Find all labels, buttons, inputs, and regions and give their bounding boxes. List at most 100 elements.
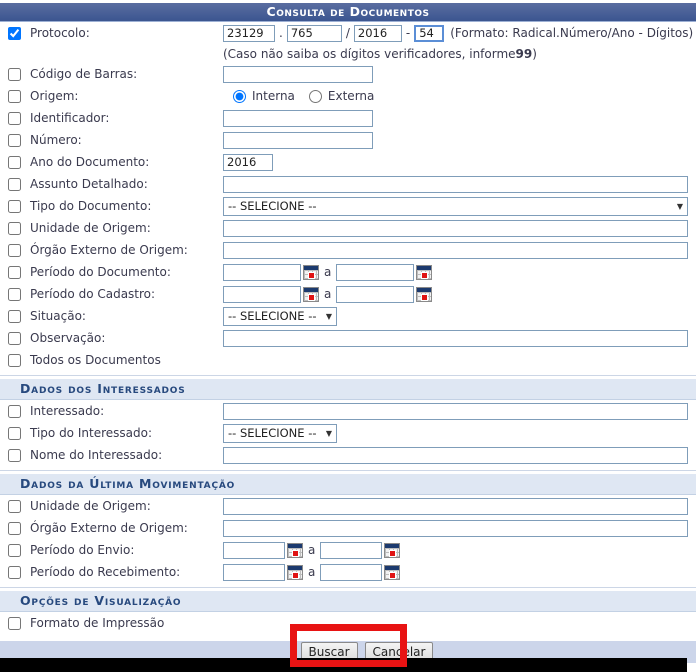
calendar-icon[interactable]	[287, 543, 303, 558]
row-identificador: Identificador:	[0, 107, 696, 129]
ano-documento-checkbox[interactable]	[8, 156, 21, 169]
section-divider	[0, 587, 696, 588]
mov-orgao-externo-origem-checkbox[interactable]	[8, 522, 21, 535]
tipo-interessado-checkbox[interactable]	[8, 427, 21, 440]
row-periodo-cadastro: Período do Cadastro: a	[0, 283, 696, 305]
row-periodo-envio: Período do Envio: a	[0, 539, 696, 561]
codigo-barras-input[interactable]	[223, 66, 373, 83]
assunto-detalhado-input[interactable]	[223, 176, 688, 193]
section-header-visualizacao: Opções de Visualização	[0, 591, 696, 612]
protocolo-dot-separator: .	[279, 26, 283, 40]
row-orgao-externo-origem: Órgão Externo de Origem:	[0, 239, 696, 261]
periodo-cadastro-label: Período do Cadastro:	[30, 287, 155, 301]
interessado-checkbox[interactable]	[8, 405, 21, 418]
origem-interna-label: Interna	[252, 89, 295, 103]
protocolo-ano-input[interactable]	[354, 25, 402, 42]
consulta-documentos-page: Consulta de Documentos Protocolo: . / - …	[0, 0, 696, 672]
protocolo-digitos-input[interactable]	[414, 25, 444, 42]
tipo-documento-checkbox[interactable]	[8, 200, 21, 213]
tipo-interessado-select[interactable]: -- SELECIONE -- ▼	[223, 424, 337, 443]
calendar-icon[interactable]	[384, 543, 400, 558]
identificador-checkbox[interactable]	[8, 112, 21, 125]
orgao-externo-origem-checkbox[interactable]	[8, 244, 21, 257]
periodo-cadastro-fim-input[interactable]	[336, 286, 414, 303]
nome-interessado-checkbox[interactable]	[8, 449, 21, 462]
observacao-checkbox[interactable]	[8, 332, 21, 345]
row-todos-documentos: Todos os Documentos	[0, 349, 696, 371]
periodo-recebimento-fim-input[interactable]	[320, 564, 382, 581]
periodo-documento-label: Período do Documento:	[30, 265, 171, 279]
numero-checkbox[interactable]	[8, 134, 21, 147]
row-assunto-detalhado: Assunto Detalhado:	[0, 173, 696, 195]
row-tipo-interessado: Tipo do Interessado: -- SELECIONE -- ▼	[0, 422, 696, 444]
unidade-origem-checkbox[interactable]	[8, 222, 21, 235]
periodo-envio-inicio-input[interactable]	[223, 542, 285, 559]
mov-orgao-externo-origem-label: Órgão Externo de Origem:	[30, 521, 188, 535]
nome-interessado-input[interactable]	[223, 447, 688, 464]
ano-documento-label: Ano do Documento:	[30, 155, 149, 169]
row-protocolo: Protocolo: . / - (Formato: Radical.Númer…	[0, 22, 696, 44]
calendar-icon[interactable]	[384, 565, 400, 580]
calendar-icon[interactable]	[303, 287, 319, 302]
situacao-label: Situação:	[30, 309, 86, 323]
calendar-icon[interactable]	[416, 287, 432, 302]
tipo-interessado-label: Tipo do Interessado:	[30, 426, 152, 440]
row-nome-interessado: Nome do Interessado:	[0, 444, 696, 466]
periodo-cadastro-inicio-input[interactable]	[223, 286, 301, 303]
protocolo-radical-input[interactable]	[223, 25, 275, 42]
row-origem: Origem: Interna Externa	[0, 85, 696, 107]
protocolo-format-note: (Formato: Radical.Número/Ano - Dígitos)	[450, 26, 693, 40]
periodo-documento-fim-input[interactable]	[336, 264, 414, 281]
situacao-checkbox[interactable]	[8, 310, 21, 323]
mov-unidade-origem-checkbox[interactable]	[8, 500, 21, 513]
tipo-documento-select[interactable]: -- SELECIONE -- ▼	[223, 197, 688, 216]
protocolo-label: Protocolo:	[30, 26, 90, 40]
identificador-input[interactable]	[223, 110, 373, 127]
tipo-interessado-selected-option: -- SELECIONE --	[228, 426, 317, 440]
protocolo-numero-input[interactable]	[287, 25, 342, 42]
periodo-documento-inicio-input[interactable]	[223, 264, 301, 281]
row-mov-orgao-externo-origem: Órgão Externo de Origem:	[0, 517, 696, 539]
situacao-select[interactable]: -- SELECIONE -- ▼	[223, 307, 337, 326]
row-tipo-documento: Tipo do Documento: -- SELECIONE -- ▼	[0, 195, 696, 217]
origem-checkbox[interactable]	[8, 90, 21, 103]
calendar-icon[interactable]	[303, 265, 319, 280]
assunto-detalhado-checkbox[interactable]	[8, 178, 21, 191]
origem-interna-radio[interactable]	[233, 90, 246, 103]
unidade-origem-label: Unidade de Origem:	[30, 221, 151, 235]
interessado-input[interactable]	[223, 403, 688, 420]
mov-unidade-origem-input[interactable]	[223, 498, 688, 515]
protocolo-checkbox[interactable]	[8, 27, 21, 40]
chevron-down-icon: ▼	[326, 312, 332, 321]
situacao-selected-option: -- SELECIONE --	[228, 309, 317, 323]
page-title: Consulta de Documentos	[0, 3, 696, 22]
observacao-label: Observação:	[30, 331, 105, 345]
chevron-down-icon: ▼	[326, 429, 332, 438]
todos-documentos-checkbox[interactable]	[8, 354, 21, 367]
calendar-icon[interactable]	[287, 565, 303, 580]
row-situacao: Situação: -- SELECIONE -- ▼	[0, 305, 696, 327]
row-ano-documento: Ano do Documento:	[0, 151, 696, 173]
codigo-barras-checkbox[interactable]	[8, 68, 21, 81]
row-interessado: Interessado:	[0, 400, 696, 422]
formato-impressao-checkbox[interactable]	[8, 617, 21, 630]
origem-externa-radio[interactable]	[309, 90, 322, 103]
periodo-recebimento-a-separator: a	[308, 565, 315, 579]
ano-documento-input[interactable]	[223, 154, 273, 171]
section-header-movimentacao: Dados da Última Movimentação	[0, 474, 696, 495]
identificador-label: Identificador:	[30, 111, 109, 125]
periodo-envio-checkbox[interactable]	[8, 544, 21, 557]
periodo-recebimento-inicio-input[interactable]	[223, 564, 285, 581]
observacao-input[interactable]	[223, 330, 688, 347]
periodo-recebimento-checkbox[interactable]	[8, 566, 21, 579]
orgao-externo-origem-input[interactable]	[223, 242, 688, 259]
unidade-origem-input[interactable]	[223, 220, 688, 237]
periodo-envio-fim-input[interactable]	[320, 542, 382, 559]
numero-input[interactable]	[223, 132, 373, 149]
periodo-cadastro-checkbox[interactable]	[8, 288, 21, 301]
row-observacao: Observação:	[0, 327, 696, 349]
calendar-icon[interactable]	[416, 265, 432, 280]
mov-orgao-externo-origem-input[interactable]	[223, 520, 688, 537]
periodo-documento-checkbox[interactable]	[8, 266, 21, 279]
assunto-detalhado-label: Assunto Detalhado:	[30, 177, 148, 191]
